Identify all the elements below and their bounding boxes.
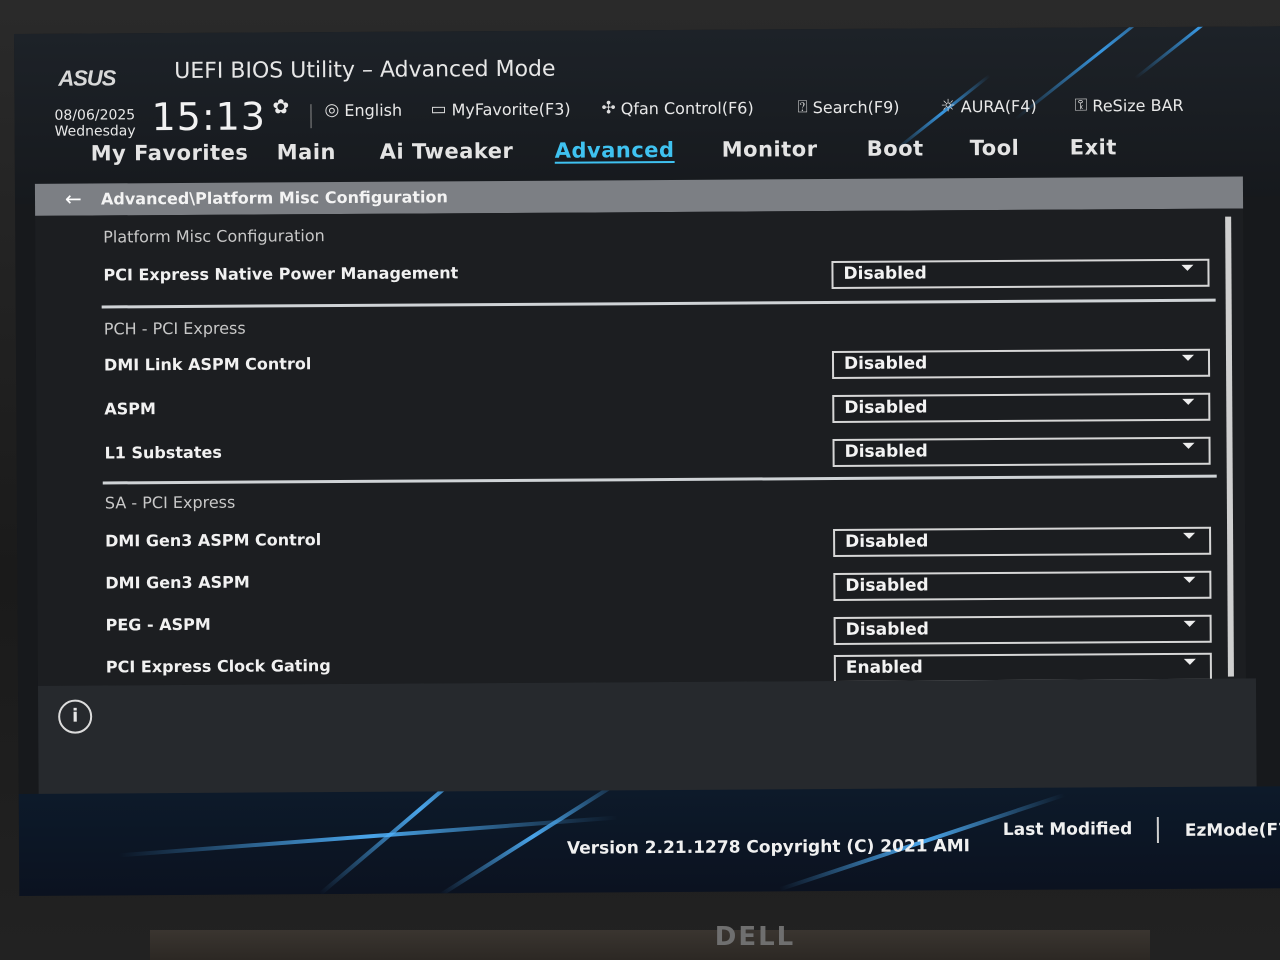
chevron-down-icon (1181, 354, 1195, 361)
section-divider (101, 298, 1216, 309)
chevron-down-icon (1182, 398, 1195, 405)
section-platform-misc: Platform Misc Configuration (103, 226, 325, 247)
fan-icon: ✣ (601, 98, 616, 119)
dmi-gen3-aspm-control-dropdown[interactable]: Disabled (833, 526, 1212, 558)
tab-boot[interactable]: Boot (867, 136, 924, 160)
globe-icon: ◎ (324, 100, 340, 121)
chevron-down-icon (1182, 442, 1195, 449)
myfavorite-label: MyFavorite(F3) (451, 99, 571, 119)
setting-label-l1-substates: L1 Substates (104, 442, 222, 463)
tab-ai-tweaker[interactable]: Ai Tweaker (380, 139, 514, 164)
dropdown-value: Disabled (845, 575, 929, 596)
toolbar-divider (310, 104, 312, 129)
chevron-down-icon (1183, 532, 1196, 539)
myfavorite-button[interactable]: ▭ MyFavorite(F3) (430, 99, 571, 120)
dropdown-value: Disabled (845, 531, 929, 552)
decorative-streak (1134, 26, 1262, 80)
setting-label-pcie-clock-gating: PCI Express Clock Gating (105, 656, 331, 677)
bios-title: UEFI BIOS Utility – Advanced Mode (174, 56, 556, 85)
breadcrumb-path: Advanced\Platform Misc Configuration (100, 187, 448, 209)
section-divider (102, 474, 1217, 485)
setting-label-dmi-gen3-aspm: DMI Gen3 ASPM (105, 572, 250, 593)
dropdown-value: Disabled (843, 263, 927, 284)
chevron-down-icon (1183, 658, 1196, 665)
search-label: Search(F9) (812, 97, 900, 117)
search-button[interactable]: ⍰ Search(F9) (797, 97, 900, 118)
dropdown-value: Disabled (844, 397, 928, 418)
section-pch-pci-express: PCH - PCI Express (103, 318, 246, 339)
qfan-control-button[interactable]: ✣ Qfan Control(F6) (601, 97, 753, 118)
tab-exit[interactable]: Exit (1070, 135, 1117, 159)
day-display: Wednesday (54, 123, 136, 140)
setting-label-dmi-link-aspm: DMI Link ASPM Control (103, 354, 312, 375)
aura-label: AURA(F4) (960, 96, 1037, 116)
resize-bar-label: ReSize BAR (1092, 95, 1184, 115)
dmi-link-aspm-dropdown[interactable]: Disabled (831, 348, 1211, 380)
setting-label-peg-aspm: PEG - ASPM (105, 614, 211, 635)
l1-substates-dropdown[interactable]: Disabled (832, 436, 1211, 468)
asus-logo: ASUS (58, 65, 116, 91)
dropdown-value: Disabled (843, 353, 928, 374)
chevron-down-icon (1183, 620, 1196, 627)
tab-monitor[interactable]: Monitor (722, 137, 818, 162)
setting-label-pcie-native-pm: PCI Express Native Power Management (103, 263, 459, 285)
monitor-brand-logo: DELL (714, 922, 796, 952)
dmi-gen3-aspm-dropdown[interactable]: Disabled (833, 570, 1212, 602)
tab-main[interactable]: Main (277, 140, 336, 164)
monitor-stand (150, 930, 1150, 960)
gear-icon[interactable]: ✿ (272, 94, 289, 118)
resize-bar-button[interactable]: ⚿ ReSize BAR (1074, 95, 1184, 116)
decorative-streak (319, 786, 520, 896)
language-label: English (344, 100, 403, 120)
info-icon: i (58, 699, 93, 734)
search-help-icon: ⍰ (797, 97, 808, 118)
pcie-native-pm-dropdown[interactable]: Disabled (831, 258, 1210, 290)
chevron-down-icon (1183, 576, 1196, 583)
resize-bar-icon: ⚿ (1074, 95, 1088, 116)
aura-button[interactable]: ☼ AURA(F4) (940, 96, 1037, 117)
date-display: 08/06/2025 (54, 107, 136, 124)
favorite-folder-icon: ▭ (430, 99, 447, 120)
bios-screen: ASUS UEFI BIOS Utility – Advanced Mode 0… (14, 26, 1280, 896)
tab-my-favorites[interactable]: My Favorites (91, 141, 249, 166)
section-sa-pci-express: SA - PCI Express (104, 492, 236, 513)
tab-tool[interactable]: Tool (970, 136, 1020, 160)
qfan-label: Qfan Control(F6) (620, 97, 754, 118)
version-copyright: Version 2.21.1278 Copyright (C) 2021 AMI (566, 836, 970, 859)
settings-panel: Platform Misc Configuration PCI Express … (35, 208, 1246, 686)
footer-divider (1156, 817, 1159, 844)
last-modified-button[interactable]: Last Modified (1003, 819, 1132, 840)
clock-display: 15:13 (151, 94, 267, 140)
aura-light-icon: ☼ (940, 96, 956, 117)
peg-aspm-dropdown[interactable]: Disabled (833, 614, 1212, 646)
chevron-down-icon (1181, 264, 1194, 271)
ezmode-button[interactable]: EzMode(F7 (1185, 820, 1280, 841)
dropdown-value: Disabled (844, 441, 928, 462)
language-button[interactable]: ◎ English (324, 100, 402, 120)
back-arrow-icon[interactable]: ← (65, 187, 82, 211)
dropdown-value: Enabled (845, 657, 923, 678)
aspm-dropdown[interactable]: Disabled (832, 392, 1211, 424)
tab-advanced[interactable]: Advanced (555, 138, 675, 163)
setting-label-aspm: ASPM (104, 399, 156, 419)
setting-label-dmi-gen3-aspm-control: DMI Gen3 ASPM Control (105, 530, 322, 551)
dropdown-value: Disabled (845, 619, 929, 640)
